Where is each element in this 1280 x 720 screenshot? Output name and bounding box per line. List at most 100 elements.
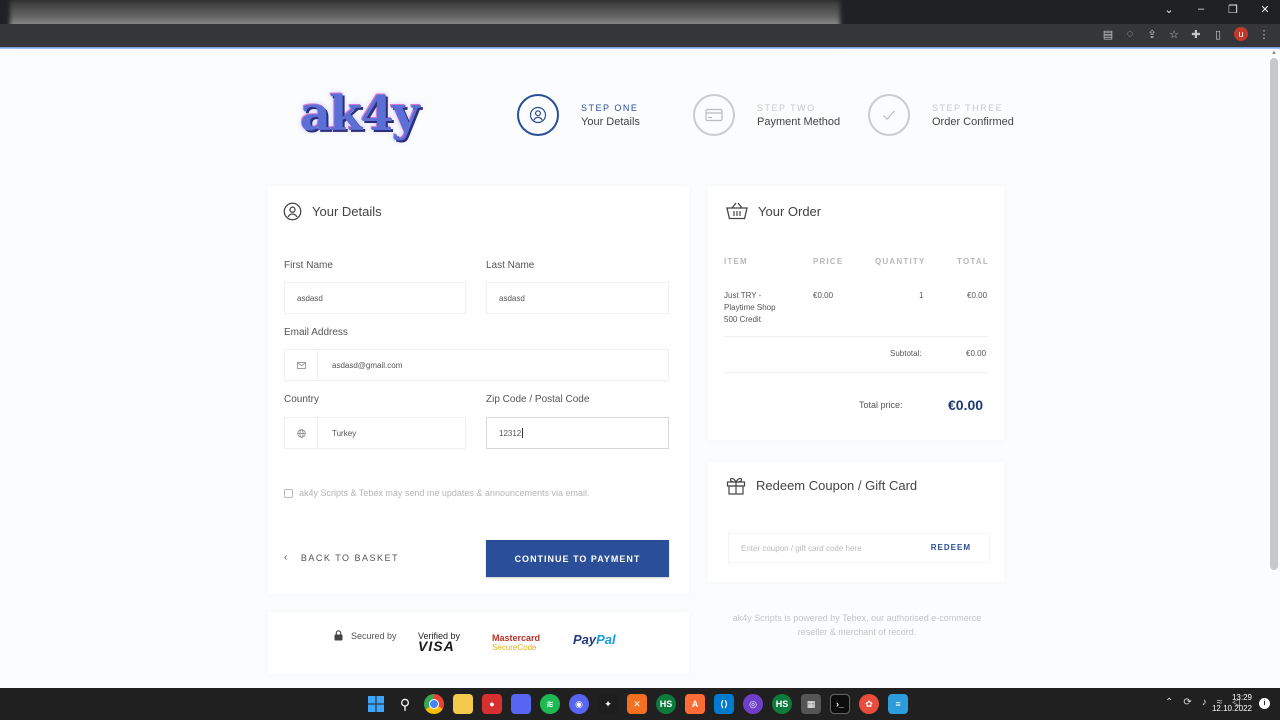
scrollbar-thumb[interactable] [1270,58,1278,570]
vscode-icon[interactable]: ⟨⟩ [714,694,734,714]
first-name-field[interactable]: asdasd [284,282,466,314]
step-one: STEP ONE Your Details [517,93,640,137]
extensions-icon[interactable]: ✚ [1190,28,1202,41]
col-header-price: PRICE [813,257,844,266]
last-name-field[interactable]: asdasd [486,282,669,314]
back-to-basket-link[interactable]: ‹ BACK TO BASKET [284,552,399,563]
email-label: Email Address [284,327,348,338]
github-icon[interactable]: ◎ [743,694,763,714]
country-select[interactable]: Turkey [284,417,466,449]
scroll-up-icon[interactable]: ▲ [1271,50,1277,56]
total-price-value: €0.00 [948,397,984,413]
text-cursor [522,428,524,438]
continue-to-payment-button[interactable]: CONTINUE TO PAYMENT [486,540,669,577]
mc-top: Mastercard [492,633,541,643]
windows-taskbar: ⚲ ● ≋ ◉ ✦ ✕ HS A ⟨⟩ ◎ HS ▦ ›_ ✿ ≡ ⌃ ⟳ ♪ … [0,688,1280,720]
col-header-total: TOTAL [957,257,989,266]
clock-date: 12.10.2022 [1211,704,1252,713]
redeem-button[interactable]: REDEEM [931,543,971,552]
calculator-icon[interactable]: ▦ [801,694,821,714]
last-name-value: asdasd [499,293,525,303]
xampp-icon[interactable]: ✕ [627,694,647,714]
illustrator-icon[interactable]: A [685,694,705,714]
minimize-icon[interactable]: – [1194,3,1208,16]
app-icon[interactable]: ✿ [859,694,879,714]
secured-by-text: Secured by [351,630,397,641]
microphone-icon[interactable]: ♪ [1202,697,1207,708]
search-icon[interactable]: ⚲ [395,694,415,714]
step-two: STEP TWO Payment Method [693,93,840,137]
share-icon[interactable]: ⇪ [1146,28,1158,41]
mastercard-securecode-logo: Mastercard SecureCode [492,633,540,653]
globe-icon [285,418,318,448]
user-icon [283,202,302,221]
eye-off-icon[interactable]: ◌ [1124,28,1136,40]
hs-app-icon[interactable]: HS [772,694,792,714]
consent-checkbox[interactable] [284,488,293,498]
step-three: STEP THREE Order Confirmed [868,93,1014,137]
app-icon[interactable] [511,694,531,714]
col-header-item: ITEM [724,257,748,266]
order-row-total: €0.00 [967,291,988,300]
step-label: Payment Method [757,115,841,128]
zip-label: Zip Code / Postal Code [486,394,590,405]
taskbar-clock[interactable]: 13:29 12.10.2022 [1212,692,1252,714]
divider [724,336,988,337]
translate-icon[interactable]: ▤ [1102,28,1114,41]
visa-bottom: VISA [418,638,455,654]
coupon-input[interactable] [729,542,923,554]
notepad-icon[interactable]: ≡ [888,694,908,714]
subtotal-value: €0.00 [966,349,987,358]
details-title: Your Details [283,202,382,221]
menu-icon[interactable]: ⋮ [1258,28,1270,41]
col-header-quantity: QUANTITY [875,257,926,266]
subtotal-label: Subtotal: [890,349,922,358]
step-number: STEP TWO [757,102,816,113]
tab-search-icon[interactable]: ⌄ [1162,3,1176,16]
checkmark-icon [868,94,910,136]
lock-icon [334,630,343,641]
step-number: STEP THREE [932,102,1004,113]
country-label: Country [284,394,320,405]
paypal-logo: PayPal [573,632,616,647]
notification-icon[interactable]: i [1259,698,1270,709]
email-field[interactable]: asdasd@gmail.com [284,349,669,381]
loading-indicator [0,47,1280,49]
chevron-left-icon: ‹ [284,552,289,563]
paypal-b: Pal [596,632,616,647]
terminal-icon[interactable]: ›_ [830,694,850,714]
chrome-icon[interactable] [424,694,444,714]
verified-by-visa-logo: Verified by VISA [418,631,460,654]
item-name-line: Playtime Shop [724,303,776,312]
spotify-icon[interactable]: ≋ [540,694,560,714]
secured-by: Secured by [334,630,397,641]
profile-avatar[interactable]: u [1234,27,1248,41]
order-row-item: Just TRY - Playtime Shop 500 Credit [724,290,776,326]
sync-icon[interactable]: ⟳ [1183,697,1191,708]
security-card [268,612,689,674]
hs-app-icon[interactable]: HS [656,694,676,714]
recorder-icon[interactable]: ● [482,694,502,714]
credit-card-icon [693,94,735,136]
chevron-up-icon[interactable]: ⌃ [1165,697,1173,708]
windows-start-icon[interactable] [366,694,386,714]
step-number: STEP ONE [581,102,639,113]
step-label: Your Details [581,115,640,128]
coupon-field: REDEEM [728,533,990,563]
details-title-text: Your Details [312,204,382,219]
first-name-value: asdasd [297,293,323,303]
discord-icon[interactable]: ◉ [569,694,589,714]
zip-field[interactable]: 12312 [486,417,669,449]
restore-icon[interactable]: ❐ [1226,3,1240,16]
figma-icon[interactable]: ✦ [598,694,618,714]
star-icon[interactable]: ☆ [1168,28,1180,41]
ak4y-logo[interactable]: ak4y [300,84,420,148]
close-icon[interactable]: ✕ [1258,3,1272,16]
sidebar-icon[interactable]: ▯ [1212,28,1224,41]
file-explorer-icon[interactable] [453,694,473,714]
first-name-label: First Name [284,260,333,271]
basket-icon [726,202,748,220]
item-name-line: Just TRY - [724,291,762,300]
clock-time: 13:29 [1231,693,1252,702]
country-value: Turkey [332,428,357,438]
